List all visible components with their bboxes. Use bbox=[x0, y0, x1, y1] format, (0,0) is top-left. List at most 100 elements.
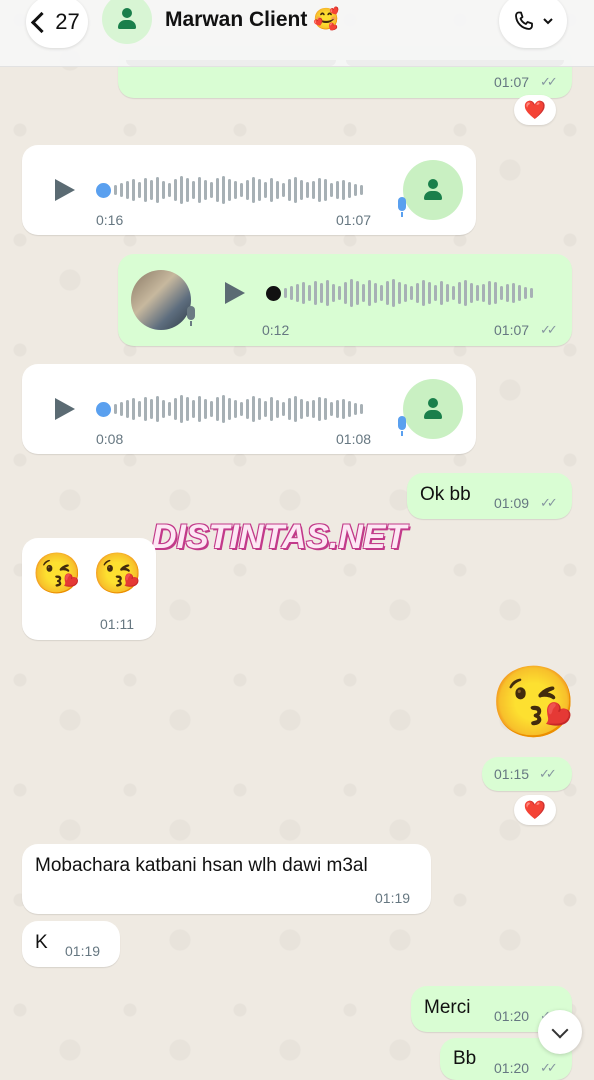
waveform-bar bbox=[348, 182, 351, 198]
waveform-bar bbox=[476, 285, 479, 301]
outgoing-large-emoji[interactable]: 😘 bbox=[490, 662, 577, 744]
waveform-bar bbox=[354, 184, 357, 196]
waveform-bar bbox=[348, 401, 351, 417]
scroll-to-bottom-button[interactable] bbox=[538, 1010, 582, 1054]
voice-waveform[interactable] bbox=[114, 173, 363, 207]
watermark: DISTINTAS.NET bbox=[152, 518, 407, 556]
microphone-icon bbox=[187, 306, 195, 326]
waveform-bar bbox=[156, 177, 159, 203]
waveform-bar bbox=[162, 181, 165, 199]
message-time: 01:20 bbox=[494, 1060, 530, 1076]
waveform-bar bbox=[282, 183, 285, 197]
incoming-emoji-message[interactable]: 😘 😘 01:11 bbox=[22, 538, 156, 640]
message-time: 01:19 bbox=[375, 890, 411, 906]
read-ticks-icon: ✓✓ bbox=[540, 495, 558, 510]
waveform-bar bbox=[494, 282, 497, 304]
waveform-bar bbox=[368, 280, 371, 306]
waveform-bar bbox=[290, 286, 293, 300]
incoming-voice-message[interactable]: 0:16 01:07 bbox=[22, 145, 476, 235]
waveform-bar bbox=[350, 279, 353, 307]
waveform-bar bbox=[344, 282, 347, 304]
waveform-bar bbox=[174, 179, 177, 201]
waveform-bar bbox=[210, 182, 213, 198]
message-time: 01:20 bbox=[494, 1008, 530, 1024]
call-button[interactable] bbox=[499, 0, 567, 48]
contact-name[interactable]: Marwan Client 🥰 bbox=[165, 8, 339, 32]
waveform-bar bbox=[330, 402, 333, 416]
incoming-text-message[interactable]: Mobachara katbani hsan wlh dawi m3al 01:… bbox=[22, 844, 431, 914]
waveform-bar bbox=[428, 282, 431, 304]
waveform-bar bbox=[258, 179, 261, 201]
waveform-bar bbox=[252, 396, 255, 422]
waveform-bar bbox=[204, 180, 207, 200]
message-text: K bbox=[35, 932, 48, 953]
waveform-bar bbox=[312, 181, 315, 199]
waveform-bar bbox=[150, 180, 153, 200]
waveform-bar bbox=[222, 395, 225, 423]
message-time: 01:15 bbox=[494, 766, 530, 782]
waveform-bar bbox=[530, 288, 533, 298]
play-icon[interactable] bbox=[225, 282, 245, 304]
waveform-bar bbox=[216, 178, 219, 202]
waveform-bar bbox=[186, 178, 189, 202]
waveform-bar bbox=[150, 399, 153, 419]
waveform-bar bbox=[192, 181, 195, 199]
waveform-bar bbox=[318, 397, 321, 421]
waveform-bar bbox=[482, 284, 485, 302]
waveform-bar bbox=[186, 397, 189, 421]
chevron-left-icon bbox=[31, 11, 53, 33]
waveform-bar bbox=[362, 284, 365, 302]
waveform-bar bbox=[180, 395, 183, 423]
play-icon[interactable] bbox=[55, 398, 75, 420]
waveform-bar bbox=[320, 283, 323, 303]
read-ticks-icon: ✓✓ bbox=[540, 322, 558, 337]
waveform-bar bbox=[342, 399, 345, 419]
waveform-bar bbox=[306, 182, 309, 198]
heart-reaction[interactable]: ❤️ bbox=[514, 95, 556, 125]
message-time: 01:08 bbox=[336, 431, 372, 447]
heart-reaction[interactable]: ❤️ bbox=[514, 795, 556, 825]
person-icon bbox=[116, 8, 138, 30]
waveform-bar bbox=[458, 282, 461, 304]
waveform-bar bbox=[314, 281, 317, 305]
voice-progress-dot[interactable] bbox=[96, 402, 111, 417]
outgoing-voice-message[interactable]: 0:12 01:07 ✓✓ bbox=[118, 254, 572, 346]
waveform-bar bbox=[198, 396, 201, 422]
waveform-bar bbox=[144, 397, 147, 421]
waveform-bar bbox=[120, 183, 123, 197]
waveform-bar bbox=[126, 181, 129, 199]
waveform-bar bbox=[506, 284, 509, 302]
waveform-bar bbox=[356, 281, 359, 305]
person-icon bbox=[422, 179, 444, 201]
waveform-bar bbox=[216, 397, 219, 421]
message-text: Mobachara katbani hsan wlh dawi m3al bbox=[35, 855, 368, 876]
voice-waveform[interactable] bbox=[284, 276, 533, 310]
back-button[interactable]: 27 bbox=[26, 0, 88, 48]
sender-avatar[interactable] bbox=[403, 160, 463, 220]
waveform-bar bbox=[336, 400, 339, 418]
waveform-bar bbox=[360, 404, 363, 414]
waveform-bar bbox=[470, 283, 473, 303]
voice-waveform[interactable] bbox=[114, 392, 363, 426]
waveform-bar bbox=[270, 178, 273, 202]
incoming-voice-message[interactable]: 0:08 01:08 bbox=[22, 364, 476, 454]
waveform-bar bbox=[288, 398, 291, 420]
play-icon[interactable] bbox=[55, 179, 75, 201]
my-avatar[interactable] bbox=[131, 270, 191, 330]
incoming-text-message[interactable]: K 01:19 bbox=[22, 921, 120, 967]
outgoing-emoji-timestamp[interactable]: 01:15 ✓✓ bbox=[482, 757, 572, 791]
voice-progress-dot[interactable] bbox=[266, 286, 281, 301]
message-time: 01:09 bbox=[494, 495, 530, 511]
contact-avatar[interactable] bbox=[102, 0, 152, 44]
voice-progress-dot[interactable] bbox=[96, 183, 111, 198]
message-text: Ok bb bbox=[420, 484, 471, 505]
waveform-bar bbox=[324, 398, 327, 420]
waveform-bar bbox=[294, 396, 297, 422]
waveform-bar bbox=[174, 398, 177, 420]
waveform-bar bbox=[380, 285, 383, 301]
waveform-bar bbox=[440, 281, 443, 305]
sender-avatar[interactable] bbox=[403, 379, 463, 439]
waveform-bar bbox=[246, 399, 249, 419]
waveform-bar bbox=[452, 286, 455, 300]
outgoing-text-message[interactable]: Ok bb 01:09 ✓✓ bbox=[407, 473, 572, 519]
